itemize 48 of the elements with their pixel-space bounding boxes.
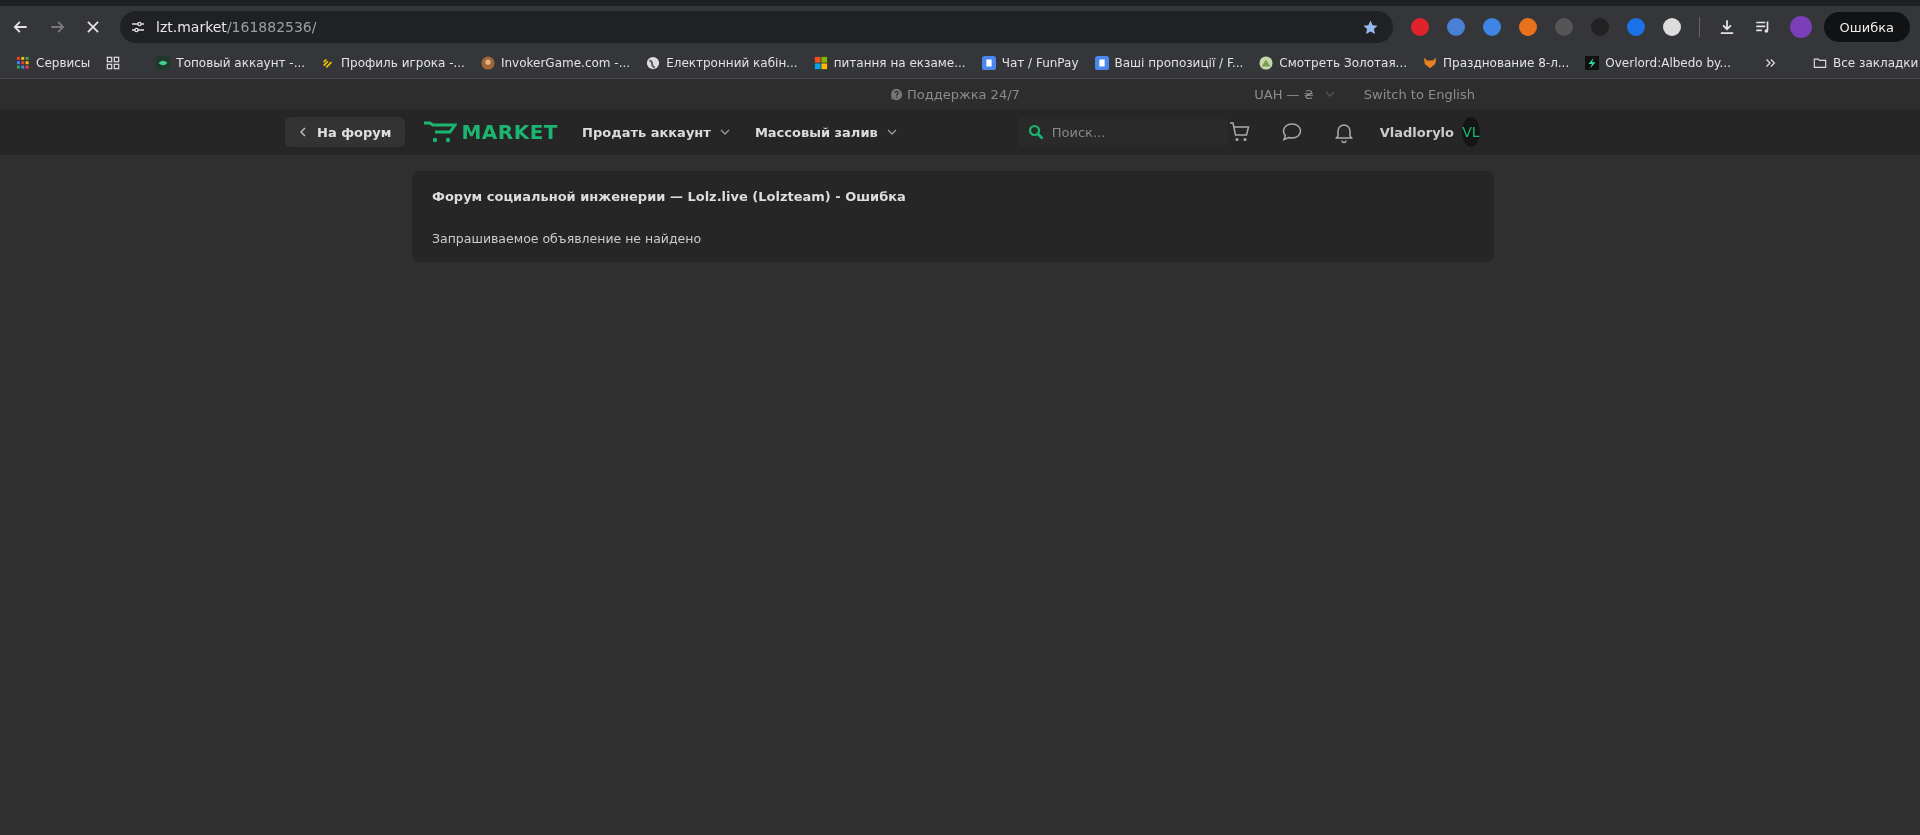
user-avatar[interactable]: VL [1462,117,1480,147]
bookmark-item[interactable]: Чат / FunPay [981,56,1079,70]
currency-selector[interactable]: UAH — ₴ [1254,86,1336,102]
cart-logo-icon [423,121,458,143]
extension-icon[interactable] [1518,18,1537,36]
bookmark-item[interactable]: Електронний кабін... [646,56,798,70]
nav-menu-item[interactable]: Массовый залив [754,124,898,140]
fox-icon [1423,56,1438,70]
extension-icon[interactable] [1662,18,1681,36]
language-link[interactable]: Switch to English [1363,86,1475,102]
folder-icon [1812,56,1827,70]
grid-icon[interactable] [106,56,121,70]
avatar-icon [480,56,495,70]
bookmark-item[interactable]: InvokerGame.com -... [480,56,631,70]
globe-icon [646,56,661,70]
close-icon[interactable] [84,18,102,36]
tiles-icon [813,56,828,70]
eye-icon [156,56,171,70]
nav-menu-item[interactable]: Продать аккаунт [582,124,731,140]
search-field[interactable]: Поиск... [1017,117,1228,147]
url-text: lzt.market/161882536/ [156,19,318,35]
address-bar[interactable]: lzt.market/161882536/ [120,11,1393,43]
tent-icon [1259,56,1274,70]
square-icon [1094,56,1109,70]
bolt-icon [1585,56,1600,70]
bookmark-item[interactable]: Профиль игрока -... [321,56,465,70]
bookmark-item[interactable]: питання на екзаме... [813,56,966,70]
bookmark-item[interactable]: Празднование 8-л... [1423,56,1570,70]
username-link[interactable]: Vladlorylo [1379,124,1454,140]
error-message: Запрашиваемое объявление не найдено [432,231,703,246]
apps-grid-icon [16,56,30,70]
support-link[interactable]: Поддержка 24/7 [890,86,1020,102]
bookmark-item[interactable]: Сервисы [16,56,91,70]
square-icon [981,56,996,70]
help-bubble-icon [890,87,903,101]
bookmark-item[interactable]: Overlord:Albedo by... [1585,56,1731,70]
bookmark-item[interactable]: Ваші пропозиції / F... [1094,56,1244,70]
bookmark-item[interactable]: Смотреть Золотая... [1259,56,1408,70]
cart-icon[interactable] [1227,120,1252,144]
error-title: Форум социальной инженерии — Lolz.live (Lolzteam) - Ошибка [432,189,907,204]
site-settings-icon[interactable] [130,19,146,35]
market-logo[interactable]: MARKET [423,120,558,144]
profile-button[interactable]: Ошибка [1823,12,1910,42]
back-to-forum-button[interactable]: На форум [285,117,406,147]
all-bookmarks-item[interactable]: Все закладки [1812,56,1919,70]
star-icon[interactable] [1361,18,1379,36]
bookmark-item[interactable]: Топовый аккаунт -... [156,56,306,70]
chevron-left-icon [297,126,309,138]
